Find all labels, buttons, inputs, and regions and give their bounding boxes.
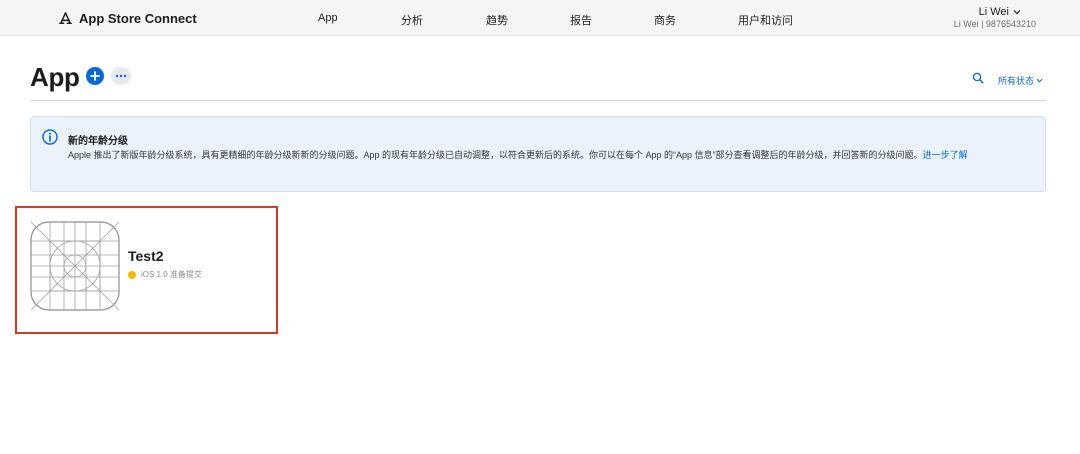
app-status-label: iOS 1.0 准备提交 bbox=[141, 270, 202, 279]
user-name: Li Wei bbox=[978, 6, 1009, 18]
nav-item-business[interactable]: 商务 bbox=[654, 12, 676, 28]
app-name: Test2 bbox=[128, 248, 164, 264]
page-title: App bbox=[30, 62, 80, 92]
chevron-down-icon bbox=[1013, 10, 1021, 15]
user-menu[interactable]: Li Wei bbox=[979, 6, 1021, 18]
banner-title: 新的年龄分级 bbox=[68, 136, 128, 147]
app-status: iOS 1.0 准备提交 bbox=[128, 269, 202, 280]
header-divider bbox=[30, 100, 1046, 101]
age-rating-info-banner: 新的年龄分级 Apple 推出了新版年龄分级系统，具有更精细的年龄分级新新的分级… bbox=[30, 116, 1046, 192]
plus-icon bbox=[90, 71, 100, 81]
more-options-button[interactable] bbox=[111, 67, 131, 85]
search-icon[interactable] bbox=[972, 72, 984, 84]
status-filter-label: 所有状态 bbox=[998, 76, 1035, 86]
brand-label: App Store Connect bbox=[79, 10, 197, 26]
top-navigation-bar: App Store Connect App 分析 趋势 报告 商务 用户和访问 … bbox=[0, 0, 1080, 36]
banner-body-text: Apple 推出了新版年龄分级系统，具有更精细的年龄分级新新的分级问题。App … bbox=[68, 150, 923, 160]
nav-item-users-and-access[interactable]: 用户和访问 bbox=[738, 12, 793, 28]
app-store-icon bbox=[59, 11, 72, 24]
ellipsis-icon bbox=[115, 74, 127, 78]
info-icon bbox=[42, 129, 58, 145]
add-app-button[interactable] bbox=[86, 67, 104, 85]
banner-body: Apple 推出了新版年龄分级系统，具有更精细的年龄分级新新的分级问题。App … bbox=[68, 148, 1034, 162]
user-account-info: Li Wei | 9876543210 bbox=[953, 19, 1036, 29]
status-filter-dropdown[interactable]: 所有状态 bbox=[998, 74, 1043, 87]
status-dot-icon bbox=[128, 270, 136, 279]
nav-item-app[interactable]: App bbox=[318, 12, 338, 24]
app-card[interactable]: Test2 iOS 1.0 准备提交 bbox=[30, 221, 266, 321]
nav-item-reports[interactable]: 报告 bbox=[570, 12, 592, 28]
brand[interactable]: App Store Connect bbox=[58, 10, 197, 26]
nav-item-analytics[interactable]: 分析 bbox=[401, 12, 423, 28]
nav-item-trends[interactable]: 趋势 bbox=[486, 12, 508, 28]
learn-more-link[interactable]: 进一步了解 bbox=[923, 150, 968, 160]
chevron-down-icon bbox=[1036, 78, 1043, 83]
app-placeholder-icon bbox=[30, 221, 120, 311]
